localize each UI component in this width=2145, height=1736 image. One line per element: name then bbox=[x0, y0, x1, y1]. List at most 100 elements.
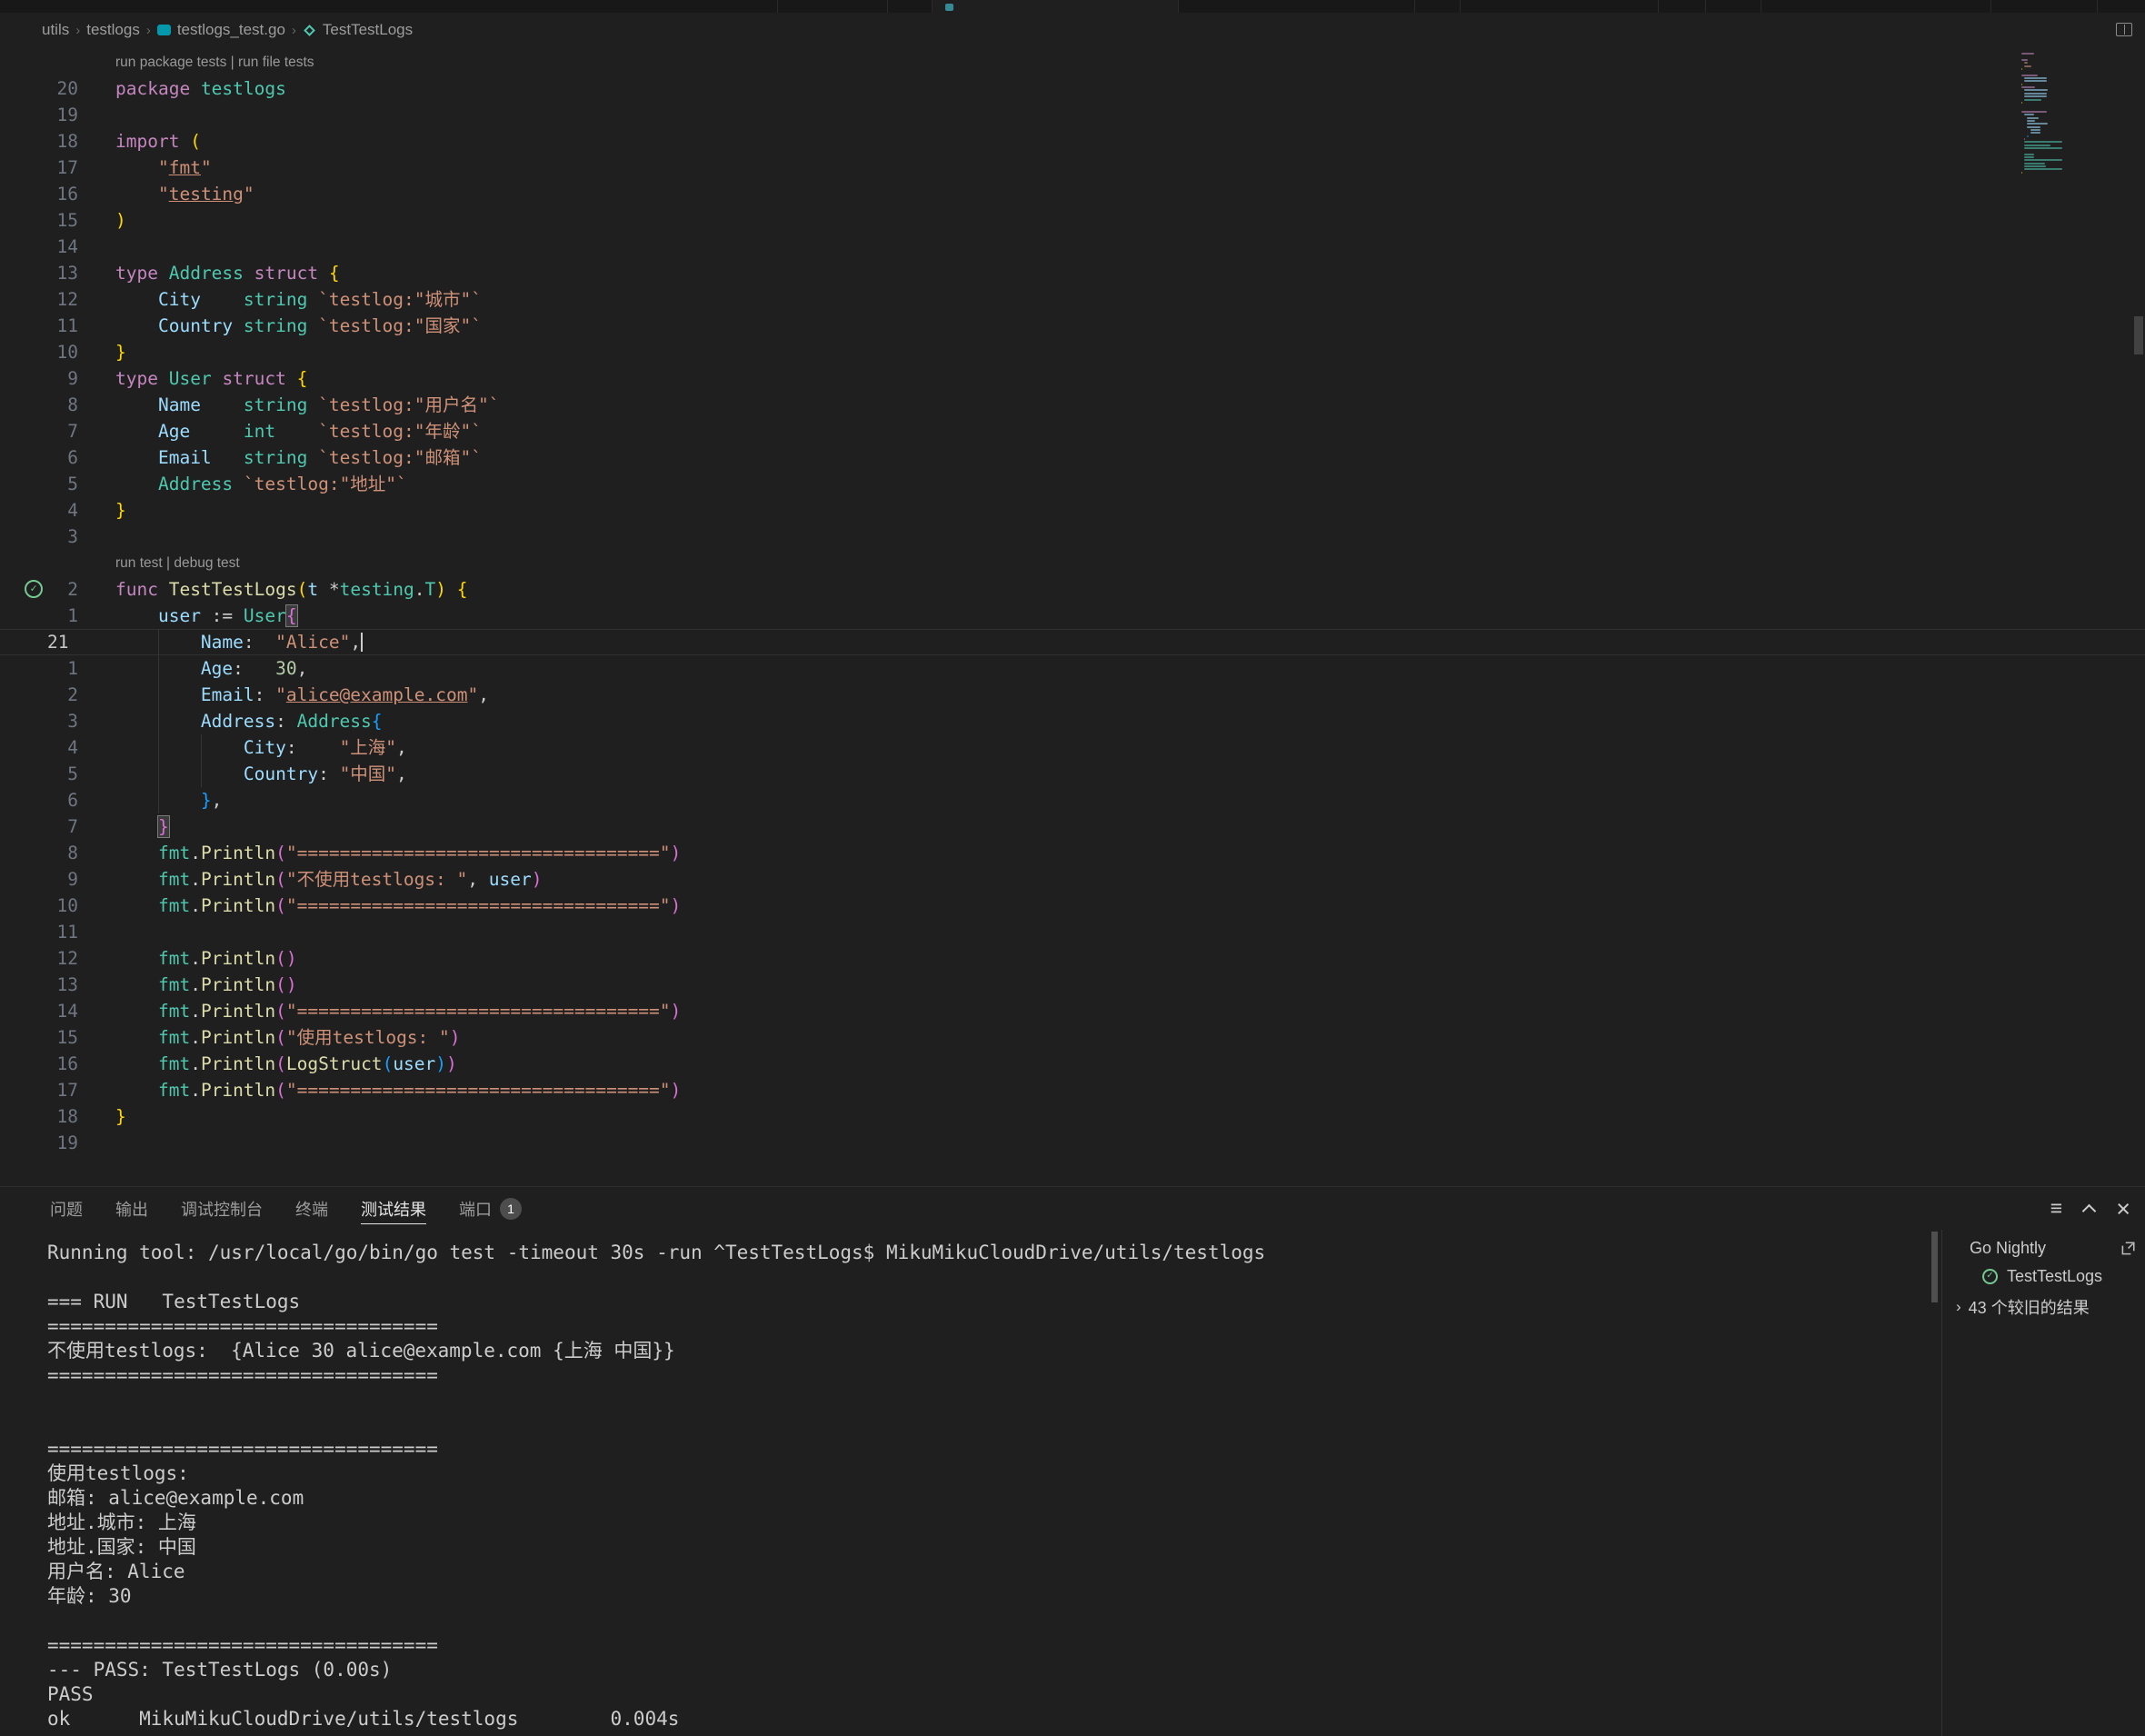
line-number[interactable]: 10 bbox=[0, 339, 78, 365]
line-number[interactable]: 13 bbox=[0, 260, 78, 286]
line-number[interactable]: 3 bbox=[0, 708, 78, 734]
line-number[interactable]: 13 bbox=[0, 972, 78, 998]
test-output-line: --- PASS: TestTestLogs (0.00s) bbox=[47, 1658, 1940, 1682]
code-text[interactable]: } bbox=[115, 339, 126, 365]
code-text[interactable]: Address `testlog:"地址"` bbox=[115, 471, 407, 497]
older-results-item[interactable]: › 43 个较旧的结果 bbox=[1942, 1291, 2145, 1323]
code-text[interactable]: } bbox=[115, 497, 126, 524]
maximize-panel-icon[interactable] bbox=[2082, 1203, 2097, 1218]
code-text[interactable]: func TestTestLogs(t *testing.T) { bbox=[115, 576, 468, 603]
line-number[interactable]: 20 bbox=[0, 75, 78, 102]
line-number[interactable]: 9 bbox=[0, 866, 78, 893]
line-number[interactable]: 6 bbox=[0, 444, 78, 471]
output-scrollbar[interactable] bbox=[1931, 1232, 1938, 1302]
line-number[interactable]: 7 bbox=[0, 418, 78, 444]
line-number[interactable]: 15 bbox=[0, 207, 78, 234]
close-panel-icon[interactable]: × bbox=[2116, 1200, 2130, 1218]
line-number[interactable]: 19 bbox=[0, 1130, 78, 1156]
line-number[interactable]: 5 bbox=[0, 471, 78, 497]
code-text[interactable]: Name: "Alice", bbox=[115, 629, 363, 655]
code-text[interactable]: user := User{ bbox=[115, 603, 297, 629]
code-text[interactable]: type User struct { bbox=[115, 365, 307, 392]
line-number[interactable]: 6 bbox=[0, 787, 78, 813]
code-text[interactable]: ) bbox=[115, 207, 126, 234]
line-number[interactable]: 8 bbox=[0, 840, 78, 866]
line-number[interactable]: 7 bbox=[0, 813, 78, 840]
line-number[interactable]: 4 bbox=[0, 734, 78, 761]
line-number[interactable]: 21 bbox=[47, 629, 68, 655]
code-text[interactable]: "fmt" bbox=[115, 155, 212, 181]
code-text[interactable]: fmt.Println(LogStruct(user)) bbox=[115, 1051, 457, 1077]
code-text[interactable]: Country string `testlog:"国家"` bbox=[115, 313, 482, 339]
code-text[interactable]: City: "上海", bbox=[115, 734, 407, 761]
test-status-gutter-icon[interactable]: ✓ bbox=[25, 580, 43, 598]
editor-scrollbar[interactable] bbox=[2134, 316, 2143, 354]
line-number[interactable]: 17 bbox=[0, 155, 78, 181]
line-number[interactable]: 2 bbox=[0, 682, 78, 708]
code-text[interactable]: }, bbox=[115, 787, 222, 813]
line-number[interactable]: 10 bbox=[0, 893, 78, 919]
line-number[interactable]: 18 bbox=[0, 1103, 78, 1130]
line-number[interactable]: 3 bbox=[0, 524, 78, 550]
line-number[interactable]: 19 bbox=[0, 102, 78, 128]
code-text[interactable]: City string `testlog:"城市"` bbox=[115, 286, 482, 313]
list-view-icon[interactable]: ≡ bbox=[2050, 1196, 2062, 1221]
line-number[interactable]: 1 bbox=[0, 655, 78, 682]
code-text[interactable]: Email: "alice@example.com", bbox=[115, 682, 489, 708]
tab-problems[interactable]: 问题 bbox=[50, 1187, 83, 1230]
split-editor-icon[interactable] bbox=[2116, 23, 2132, 36]
line-number[interactable]: 16 bbox=[0, 1051, 78, 1077]
code-editor[interactable]: run package tests | run file tests 20 pack… bbox=[0, 47, 2145, 1186]
code-text[interactable]: fmt.Println("===========================… bbox=[115, 893, 681, 919]
line-number[interactable]: 12 bbox=[0, 945, 78, 972]
line-number[interactable]: 17 bbox=[0, 1077, 78, 1103]
breadcrumb-item-file[interactable]: testlogs_test.go bbox=[177, 21, 285, 39]
code-text[interactable]: fmt.Println() bbox=[115, 945, 297, 972]
line-number[interactable]: 11 bbox=[0, 313, 78, 339]
code-text[interactable]: package testlogs bbox=[115, 75, 286, 102]
code-text[interactable]: fmt.Println("===========================… bbox=[115, 998, 681, 1024]
code-text[interactable]: import ( bbox=[115, 128, 201, 155]
code-text[interactable]: Name string `testlog:"用户名"` bbox=[115, 392, 500, 418]
code-text[interactable]: fmt.Println("===========================… bbox=[115, 1077, 681, 1103]
test-result-item[interactable]: ✓ TestTestLogs bbox=[1942, 1262, 2145, 1291]
line-number[interactable]: 11 bbox=[0, 919, 78, 945]
line-number[interactable]: 14 bbox=[0, 234, 78, 260]
code-text[interactable]: Email string `testlog:"邮箱"` bbox=[115, 444, 482, 471]
line-number[interactable]: 5 bbox=[0, 761, 78, 787]
code-text[interactable]: Address: Address{ bbox=[115, 708, 383, 734]
open-test-results-icon[interactable] bbox=[2120, 1241, 2136, 1257]
line-number[interactable]: 9 bbox=[0, 365, 78, 392]
line-number[interactable]: 14 bbox=[0, 998, 78, 1024]
code-text[interactable]: Age int `testlog:"年龄"` bbox=[115, 418, 482, 444]
code-text[interactable]: } bbox=[115, 813, 169, 840]
line-number[interactable]: 16 bbox=[0, 181, 78, 207]
code-text[interactable]: fmt.Println("===========================… bbox=[115, 840, 681, 866]
codelens-link[interactable]: run package tests | run file tests bbox=[115, 49, 314, 75]
line-number[interactable]: 15 bbox=[0, 1024, 78, 1051]
code-text[interactable]: Country: "中国", bbox=[115, 761, 407, 787]
breadcrumb-item-utils[interactable]: utils bbox=[42, 21, 69, 39]
minimap[interactable] bbox=[2021, 50, 2085, 177]
code-text[interactable]: type Address struct { bbox=[115, 260, 340, 286]
code-text[interactable]: } bbox=[115, 1103, 126, 1130]
code-text[interactable]: Age: 30, bbox=[115, 655, 307, 682]
code-text[interactable]: fmt.Println("不使用testlogs: ", user) bbox=[115, 866, 542, 893]
line-number[interactable]: 12 bbox=[0, 286, 78, 313]
line-number[interactable]: 18 bbox=[0, 128, 78, 155]
line-number[interactable]: 8 bbox=[0, 392, 78, 418]
tab-terminal[interactable]: 终端 bbox=[295, 1187, 328, 1230]
breadcrumb-item-testlogs[interactable]: testlogs bbox=[86, 21, 140, 39]
breadcrumb-item-symbol[interactable]: TestTestLogs bbox=[323, 21, 413, 39]
tab-output[interactable]: 输出 bbox=[115, 1187, 148, 1230]
code-text[interactable]: "testing" bbox=[115, 181, 254, 207]
line-number[interactable]: 1 bbox=[0, 603, 78, 629]
tab-debug-console[interactable]: 调试控制台 bbox=[181, 1187, 263, 1230]
line-number[interactable]: 4 bbox=[0, 497, 78, 524]
code-text[interactable]: fmt.Println() bbox=[115, 972, 297, 998]
tab-test-results[interactable]: 测试结果 bbox=[361, 1187, 426, 1230]
tab-ports[interactable]: 端口 1 bbox=[459, 1187, 522, 1230]
codelens-link[interactable]: run test | debug test bbox=[115, 550, 240, 576]
editor-tab[interactable] bbox=[932, 0, 1178, 13]
code-text[interactable]: fmt.Println("使用testlogs: ") bbox=[115, 1024, 461, 1051]
